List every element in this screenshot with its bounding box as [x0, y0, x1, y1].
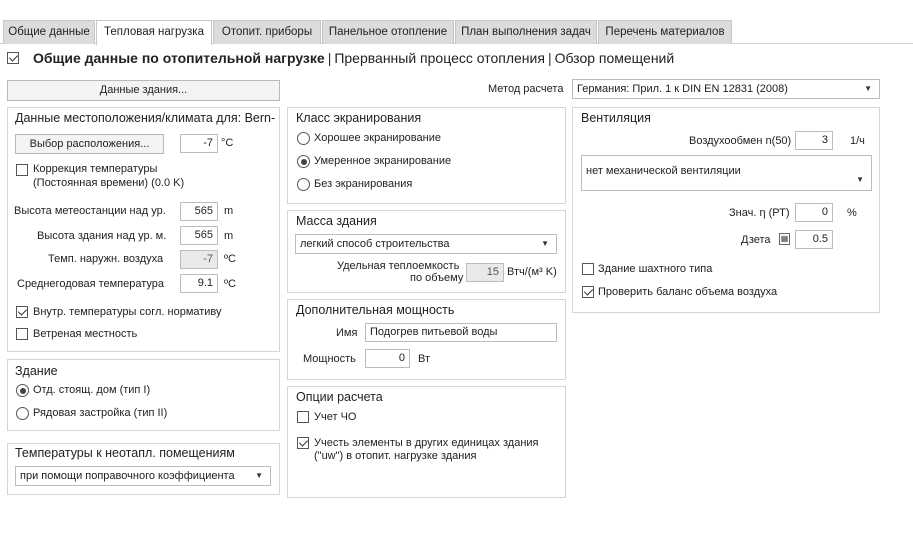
- capacity-label: Удельная теплоемкость: [337, 260, 460, 272]
- station-height-input[interactable]: 565: [180, 202, 218, 221]
- tab-bar: Общие данные Тепловая нагрузка Отопит. п…: [0, 20, 913, 45]
- temp-correction-label: Коррекция температуры: [33, 163, 158, 175]
- subheader: Общие данные по отопительной нагрузке | Пр…: [33, 50, 675, 66]
- rooms-overview-link[interactable]: Обзор помещений: [555, 50, 675, 66]
- options-opt2-label: Учесть элементы в других единицах здания: [314, 437, 539, 449]
- tab-task-plan[interactable]: План выполнения задач: [455, 20, 597, 44]
- chevron-down-icon: ▼: [856, 175, 864, 184]
- avg-temp-label: Среднегодовая температура: [17, 278, 165, 290]
- shielding-none-label: Без экранирования: [314, 178, 413, 190]
- shielding-moderate-radio[interactable]: [297, 155, 310, 168]
- eta-label: Знач. η (РТ): [729, 207, 790, 219]
- building-type1-label: Отд. стоящ. дом (тип I): [33, 384, 151, 396]
- shielding-title: Класс экранирования: [296, 111, 422, 125]
- shielding-none-radio[interactable]: [297, 178, 310, 191]
- chevron-down-icon: ▼: [541, 239, 549, 248]
- windy-label: Ветреная местность: [33, 328, 138, 340]
- tab-heaters[interactable]: Отопит. приборы: [213, 20, 321, 44]
- station-height-unit: m: [224, 205, 234, 217]
- tab-heat-load[interactable]: Тепловая нагрузка: [96, 20, 212, 45]
- shaft-building-label: Здание шахтного типа: [598, 263, 713, 275]
- avg-temp-unit: ºC: [224, 278, 236, 290]
- ventilation-system-value: нет механической вентиляции: [586, 165, 741, 177]
- mass-value: легкий способ строительства: [300, 238, 450, 250]
- air-exchange-unit: 1/ч: [850, 135, 865, 147]
- extra-power-title: Дополнительная мощность: [296, 303, 455, 317]
- air-balance-label: Проверить баланс объема воздуха: [598, 286, 778, 298]
- temp-correction-checkbox[interactable]: [16, 164, 28, 176]
- mass-select[interactable]: легкий способ строительства ▼: [295, 234, 557, 254]
- mass-title: Масса здания: [296, 214, 377, 228]
- zeta-input[interactable]: 0.5: [795, 230, 833, 249]
- select-location-button[interactable]: Выбор расположения...: [15, 134, 164, 154]
- unheated-value: при помощи поправочного коэффициента: [20, 470, 235, 482]
- extra-power-name-label: Имя: [336, 327, 358, 339]
- unheated-select[interactable]: при помощи поправочного коэффициента ▼: [15, 466, 271, 486]
- chevron-down-icon: ▼: [864, 84, 872, 93]
- options-opt2-label-2: ("uw") в отопит. нагрузке здания: [314, 450, 477, 462]
- unheated-title: Температуры к неотапл. помещениям: [15, 446, 235, 460]
- calc-method-label: Метод расчета: [488, 83, 564, 95]
- station-height-label: Высота метеостанции над ур.: [14, 205, 166, 217]
- options-opt1-label: Учет ЧО: [314, 411, 357, 423]
- building-title: Здание: [15, 364, 58, 378]
- shielding-good-label: Хорошее экранирование: [314, 132, 441, 144]
- capacity-input: 15: [466, 263, 504, 282]
- extra-power-unit: Вт: [418, 353, 431, 365]
- eta-input[interactable]: 0: [795, 203, 833, 222]
- air-exchange-input[interactable]: 3: [795, 131, 833, 150]
- interrupted-heating-link[interactable]: Прерванный процесс отопления: [334, 50, 545, 66]
- air-exchange-label: Воздухообмен n(50): [689, 135, 792, 147]
- extra-power-input[interactable]: 0: [365, 349, 410, 368]
- outdoor-temp-input: -7: [180, 250, 218, 269]
- building-height-unit: m: [224, 230, 234, 242]
- outdoor-temp-label: Темп. наружн. воздуха: [48, 253, 164, 265]
- capacity-unit: Втч/(м³ K): [507, 266, 557, 278]
- calc-method-select[interactable]: Германия: Прил. 1 к DIN EN 12831 (2008) …: [572, 79, 880, 99]
- options-opt2-checkbox[interactable]: [297, 437, 309, 449]
- calculator-icon[interactable]: ▦: [779, 233, 790, 245]
- building-data-button[interactable]: Данные здания...: [7, 80, 280, 101]
- options-opt1-checkbox[interactable]: [297, 411, 309, 423]
- ventilation-title: Вентиляция: [581, 111, 651, 125]
- air-balance-checkbox[interactable]: [582, 286, 594, 298]
- building-type1-radio[interactable]: [16, 384, 29, 397]
- shaft-building-checkbox[interactable]: [582, 263, 594, 275]
- shielding-moderate-label: Умеренное экранирование: [314, 155, 452, 167]
- location-temp-input[interactable]: -7: [180, 134, 218, 153]
- eta-unit: %: [847, 207, 857, 219]
- inner-temp-label: Внутр. температуры согл. нормативу: [33, 306, 222, 318]
- avg-temp-input[interactable]: 9.1: [180, 274, 218, 293]
- location-temp-unit: °C: [221, 137, 234, 149]
- subheader-title: Общие данные по отопительной нагрузке: [33, 50, 325, 66]
- calc-method-value: Германия: Прил. 1 к DIN EN 12831 (2008): [577, 83, 788, 95]
- tab-materials[interactable]: Перечень материалов: [598, 20, 732, 44]
- building-height-input[interactable]: 565: [180, 226, 218, 245]
- ventilation-system-select[interactable]: нет механической вентиляции ▼: [581, 155, 872, 191]
- location-title: Данные местоположения/климата для: Bern-: [15, 111, 276, 125]
- temp-correction-label-2: (Постоянная времени) (0.0 K): [33, 177, 185, 189]
- tab-panel-heating[interactable]: Панельное отопление: [322, 20, 454, 44]
- building-height-label: Высота здания над ур. м.: [37, 230, 167, 242]
- general-data-checkbox[interactable]: [7, 52, 19, 64]
- chevron-down-icon: ▼: [255, 471, 263, 480]
- zeta-label: Дзета: [741, 234, 771, 246]
- building-type2-label: Рядовая застройка (тип II): [33, 407, 168, 419]
- building-type2-radio[interactable]: [16, 407, 29, 420]
- options-title: Опции расчета: [296, 390, 383, 404]
- outdoor-temp-unit: ºC: [224, 253, 236, 265]
- windy-checkbox[interactable]: [16, 328, 28, 340]
- extra-power-name-input[interactable]: Подогрев питьевой воды: [365, 323, 557, 342]
- inner-temp-checkbox[interactable]: [16, 306, 28, 318]
- extra-power-label: Мощность: [303, 353, 356, 365]
- capacity-label-2: по объему: [410, 272, 464, 284]
- tab-general[interactable]: Общие данные: [3, 20, 95, 44]
- shielding-good-radio[interactable]: [297, 132, 310, 145]
